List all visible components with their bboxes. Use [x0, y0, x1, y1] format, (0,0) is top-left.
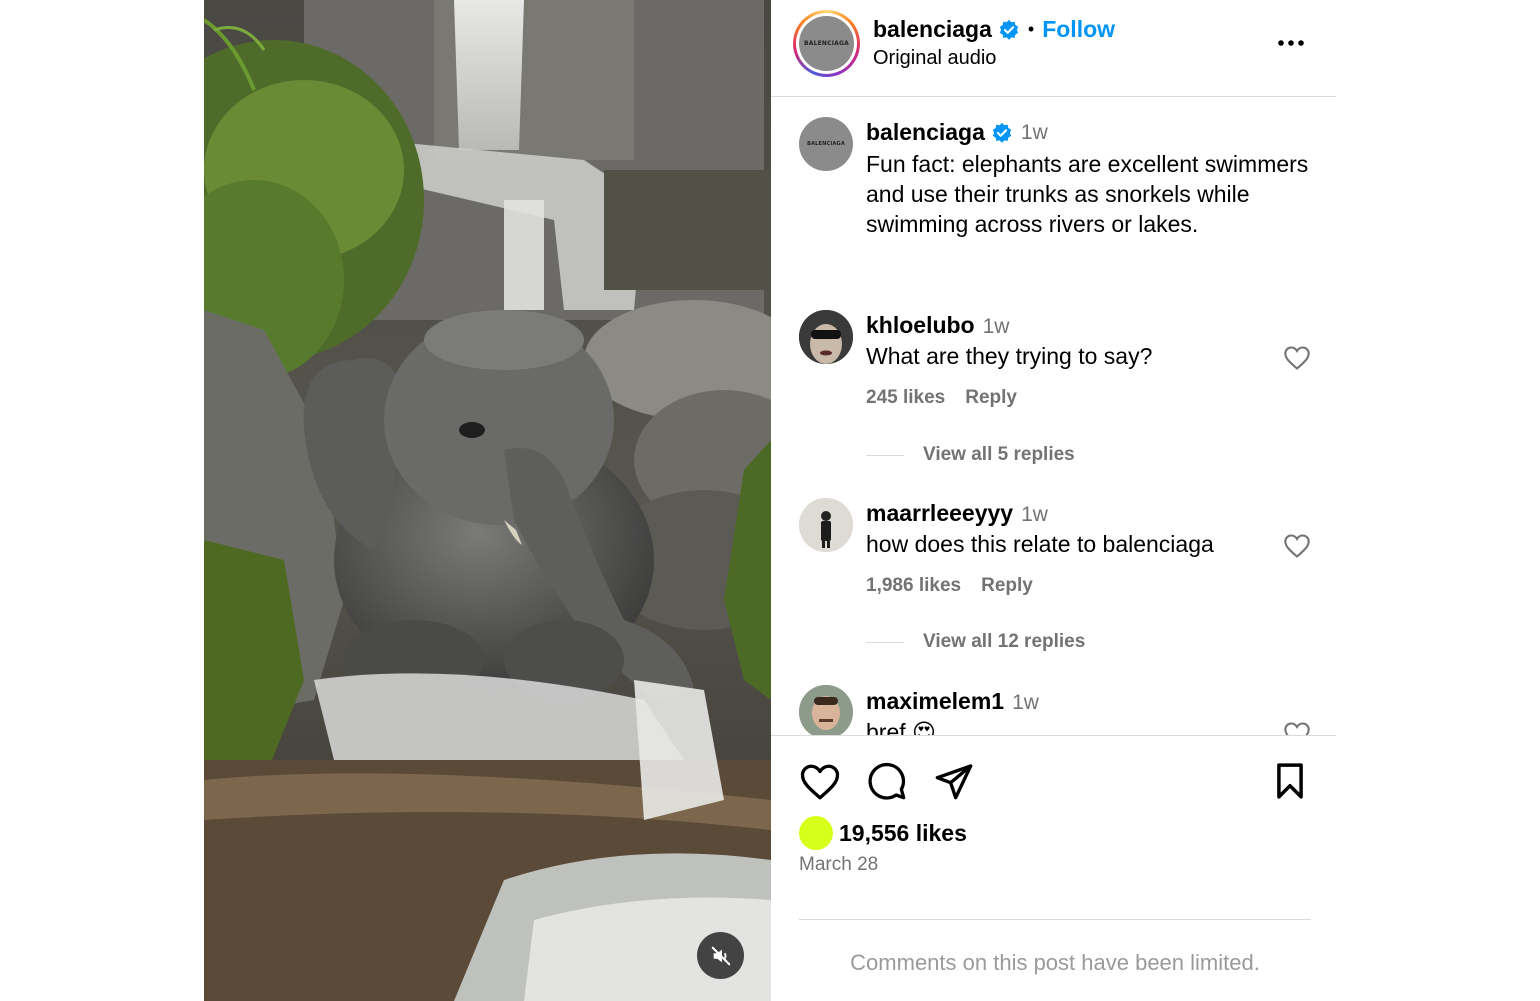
comment-likes[interactable]: 245 likes [866, 387, 945, 408]
follow-button[interactable]: Follow [1042, 16, 1115, 43]
comment-box-divider [799, 919, 1311, 920]
comment-text: how does this relate to balenciaga [866, 531, 1214, 557]
more-options-icon[interactable] [1276, 28, 1306, 58]
comment-username[interactable]: khloelubo [866, 312, 975, 338]
post-media[interactable] [204, 0, 771, 1001]
comment-username[interactable]: maximelem1 [866, 688, 1004, 714]
post-date[interactable]: March 28 [799, 854, 878, 876]
comment-reply-button[interactable]: Reply [965, 387, 1017, 408]
comment-like-heart-icon[interactable] [1283, 533, 1311, 559]
replies-divider-line [866, 454, 904, 456]
replies-divider-line [866, 641, 904, 643]
mute-toggle-button[interactable] [697, 932, 744, 979]
comment-avatar[interactable] [799, 310, 853, 364]
caption-username[interactable]: balenciaga [866, 119, 985, 146]
liker-avatar [799, 816, 833, 850]
post-author-username[interactable]: balenciaga [873, 16, 992, 43]
comment-like-heart-icon[interactable] [1283, 721, 1311, 735]
view-replies-button[interactable]: View all 5 replies [866, 444, 1075, 466]
view-replies-button[interactable]: View all 12 replies [866, 631, 1085, 653]
likes-summary[interactable]: 19,556 likes [799, 816, 967, 850]
comment-avatar[interactable] [799, 685, 853, 735]
likes-count[interactable]: 19,556 likes [839, 820, 967, 847]
verified-badge-icon [992, 122, 1012, 143]
avatar-logo-text: BALENCIAGA [807, 141, 845, 147]
view-replies-label: View all 12 replies [923, 631, 1086, 652]
comment-text: bref 😍 [866, 719, 936, 735]
heart-icon[interactable] [799, 762, 841, 802]
post-details-panel: BALENCIAGA balenciaga • Follow Original … [771, 0, 1336, 1001]
post-header: BALENCIAGA balenciaga • Follow Original … [771, 0, 1336, 97]
caption-time[interactable]: 1w [1021, 121, 1048, 145]
avatar-photo [799, 310, 853, 364]
comment-time[interactable]: 1w [983, 315, 1010, 338]
elephant-video-frame [204, 0, 771, 1001]
comment-like-heart-icon[interactable] [1283, 345, 1311, 371]
comments-limited-notice: Comments on this post have been limited. [850, 950, 1260, 975]
comments-list[interactable]: BALENCIAGA balenciaga 1w Fun fact: eleph… [771, 97, 1336, 735]
post-actions-section: 19,556 likes March 28 Comments on this p… [771, 735, 1336, 1001]
view-replies-label: View all 5 replies [923, 444, 1075, 465]
comment-username[interactable]: maarrleeeyyy [866, 500, 1013, 526]
avatar-photo [799, 685, 853, 735]
bookmark-icon[interactable] [1271, 761, 1309, 801]
avatar: BALENCIAGA [799, 16, 854, 71]
comment-likes[interactable]: 1,986 likes [866, 575, 961, 596]
comment-time[interactable]: 1w [1012, 691, 1039, 714]
avatar-photo [799, 498, 853, 552]
comment-text: What are they trying to say? [866, 343, 1153, 369]
audio-label[interactable]: Original audio [873, 47, 996, 70]
share-icon[interactable] [934, 761, 974, 801]
comment-icon[interactable] [867, 761, 907, 801]
caption-avatar[interactable]: BALENCIAGA [799, 117, 853, 171]
header-separator: • [1027, 19, 1035, 39]
verified-badge-icon [999, 19, 1019, 40]
caption-text: Fun fact: elephants are excellent swimme… [866, 151, 1309, 237]
comment-reply-button[interactable]: Reply [981, 575, 1033, 596]
comment-time[interactable]: 1w [1021, 503, 1048, 526]
comment-avatar[interactable] [799, 498, 853, 552]
speaker-muted-icon [711, 946, 730, 965]
story-ring[interactable]: BALENCIAGA [793, 10, 860, 77]
avatar-logo-text: BALENCIAGA [803, 40, 849, 47]
